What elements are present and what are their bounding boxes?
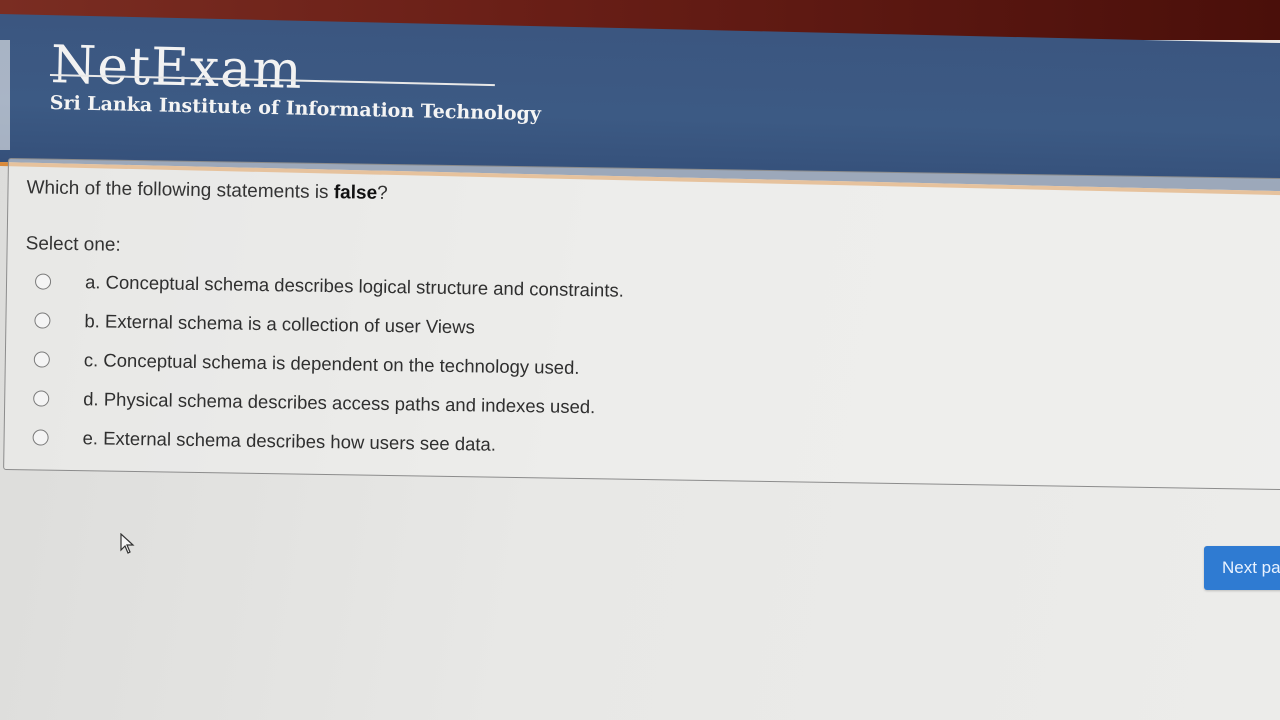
left-edge-highlight bbox=[0, 40, 10, 150]
option-label[interactable]: e. External schema describes how users s… bbox=[82, 427, 496, 455]
question-prefix: Which of the following statements is bbox=[26, 177, 334, 204]
netexam-logo: NetExam bbox=[50, 35, 304, 101]
next-page-button[interactable]: Next page bbox=[1204, 546, 1280, 590]
option-a[interactable]: a. Conceptual schema describes logical s… bbox=[34, 267, 735, 306]
option-label[interactable]: b. External schema is a collection of us… bbox=[84, 310, 475, 338]
radio-button[interactable] bbox=[33, 351, 50, 368]
option-label[interactable]: c. Conceptual schema is dependent on the… bbox=[84, 349, 580, 379]
radio-button[interactable] bbox=[34, 312, 51, 329]
radio-button[interactable] bbox=[32, 429, 49, 446]
question-card: Which of the following statements is fal… bbox=[3, 158, 1280, 491]
option-c[interactable]: c. Conceptual schema is dependent on the… bbox=[33, 345, 734, 384]
radio-button[interactable] bbox=[33, 390, 50, 407]
question-suffix: ? bbox=[376, 182, 388, 204]
option-b[interactable]: b. External schema is a collection of us… bbox=[34, 306, 734, 345]
radio-button[interactable] bbox=[34, 273, 52, 290]
option-d[interactable]: d. Physical schema describes access path… bbox=[33, 384, 733, 423]
question-emphasis: false bbox=[333, 182, 378, 204]
exam-page: NetExam Sri Lanka Institute of Informati… bbox=[0, 0, 1280, 720]
question-text: Which of the following statements is fal… bbox=[26, 177, 388, 205]
option-label[interactable]: d. Physical schema describes access path… bbox=[83, 388, 595, 418]
mouse-cursor-icon bbox=[120, 533, 135, 554]
select-one-label: Select one: bbox=[25, 233, 121, 256]
option-e[interactable]: e. External schema describes how users s… bbox=[32, 423, 732, 462]
option-label[interactable]: a. Conceptual schema describes logical s… bbox=[85, 271, 624, 301]
